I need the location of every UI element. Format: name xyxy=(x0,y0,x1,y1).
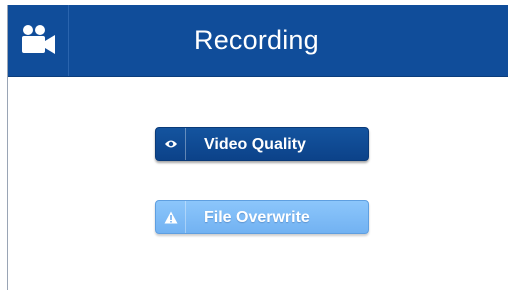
video-quality-label: Video Quality xyxy=(204,136,306,153)
video-quality-button[interactable]: Video Quality xyxy=(155,127,369,161)
eye-icon xyxy=(156,128,186,160)
recording-panel: Recording Video Quality File Overwrite xyxy=(7,5,508,290)
file-overwrite-button[interactable]: File Overwrite xyxy=(155,200,369,234)
page-title: Recording xyxy=(194,25,319,55)
warning-icon xyxy=(156,201,186,233)
header-bar: Recording xyxy=(8,5,508,77)
video-camera-icon xyxy=(8,5,69,76)
file-overwrite-label: File Overwrite xyxy=(204,209,310,226)
